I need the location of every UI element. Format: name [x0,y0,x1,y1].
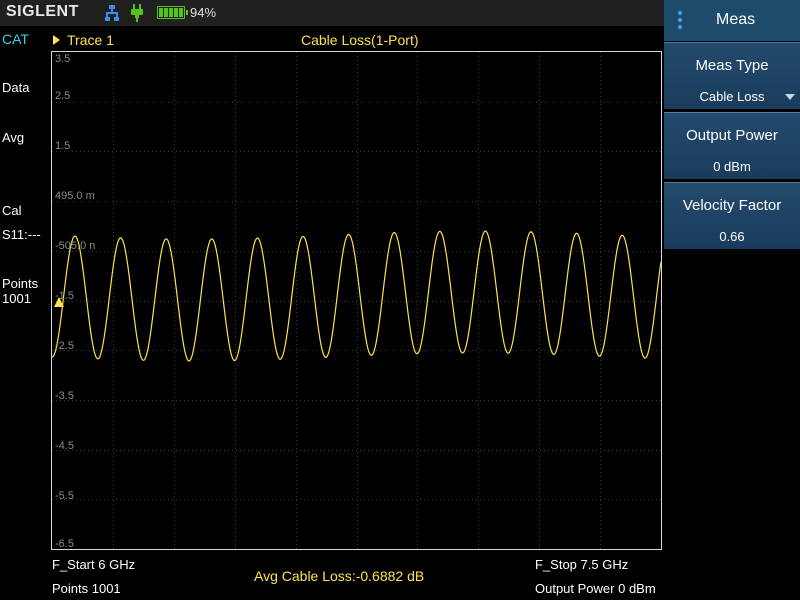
y-tick: -3.5 [55,390,74,402]
network-icon [105,5,119,21]
y-tick: 495.0 m [55,190,95,202]
brand-logo: SIGLENT [6,3,79,20]
mode-cat-label[interactable]: CAT [2,32,29,47]
meas-type-label: Meas Type [695,57,769,74]
trace-line [52,230,661,362]
y-tick: -4.5 [55,440,74,452]
points-value: 1001 [2,291,31,306]
menu-header[interactable]: Meas [664,0,800,41]
velocity-factor-value: 0.66 [719,229,745,244]
footer-points: Points 1001 [52,581,121,596]
y-tick: 2.5 [55,90,71,102]
footer-output-power: Output Power 0 dBm [535,581,656,596]
output-power-button[interactable]: Output Power 0 dBm [664,112,800,179]
measurement-title: Cable Loss(1-Port) [301,32,419,48]
y-tick: -5.5 [55,490,74,502]
battery-icon [157,6,188,19]
avg-cable-loss: Avg Cable Loss:-0.6882 dB [254,568,425,584]
output-power-value: 0 dBm [713,159,751,174]
power-plug-icon [131,4,143,22]
avg-label: Avg [2,130,25,145]
velocity-factor-label: Velocity Factor [682,197,782,214]
points-label: Points [2,276,39,291]
velocity-factor-button[interactable]: Velocity Factor 0.66 [664,182,800,249]
meas-type-button[interactable]: Meas Type Cable Loss [664,42,800,109]
softkey-panel: Meas Meas Type Cable Loss Output Power 0… [664,0,800,600]
y-tick: -505.0 n [55,240,96,252]
stop-frequency: F_Stop 7.5 GHz [535,557,629,572]
menu-title: Meas [716,11,756,28]
status-bar: SIGLENT 94% [0,0,664,26]
data-label: Data [2,80,30,95]
reference-marker-icon[interactable] [54,297,64,307]
dropdown-arrow-icon [785,94,795,100]
output-power-label: Output Power [686,127,778,144]
s11-status: S11:--- [2,227,41,242]
start-frequency: F_Start 6 GHz [52,557,136,572]
meas-type-value: Cable Loss [699,89,765,104]
y-tick: -6.5 [55,538,74,550]
y-tick: 1.5 [55,140,71,152]
trace-arrow-icon [53,35,60,45]
more-vertical-icon[interactable] [678,11,682,29]
y-tick: 3.5 [55,53,71,65]
battery-percent: 94% [190,5,217,20]
trace-label[interactable]: Trace 1 [67,32,114,48]
plot-svg [52,52,661,549]
cal-label: Cal [2,203,22,218]
y-tick: -2.5 [55,340,74,352]
plot-area[interactable]: 3.5 2.5 1.5 495.0 m -505.0 n -1.5 -2.5 -… [51,51,662,550]
